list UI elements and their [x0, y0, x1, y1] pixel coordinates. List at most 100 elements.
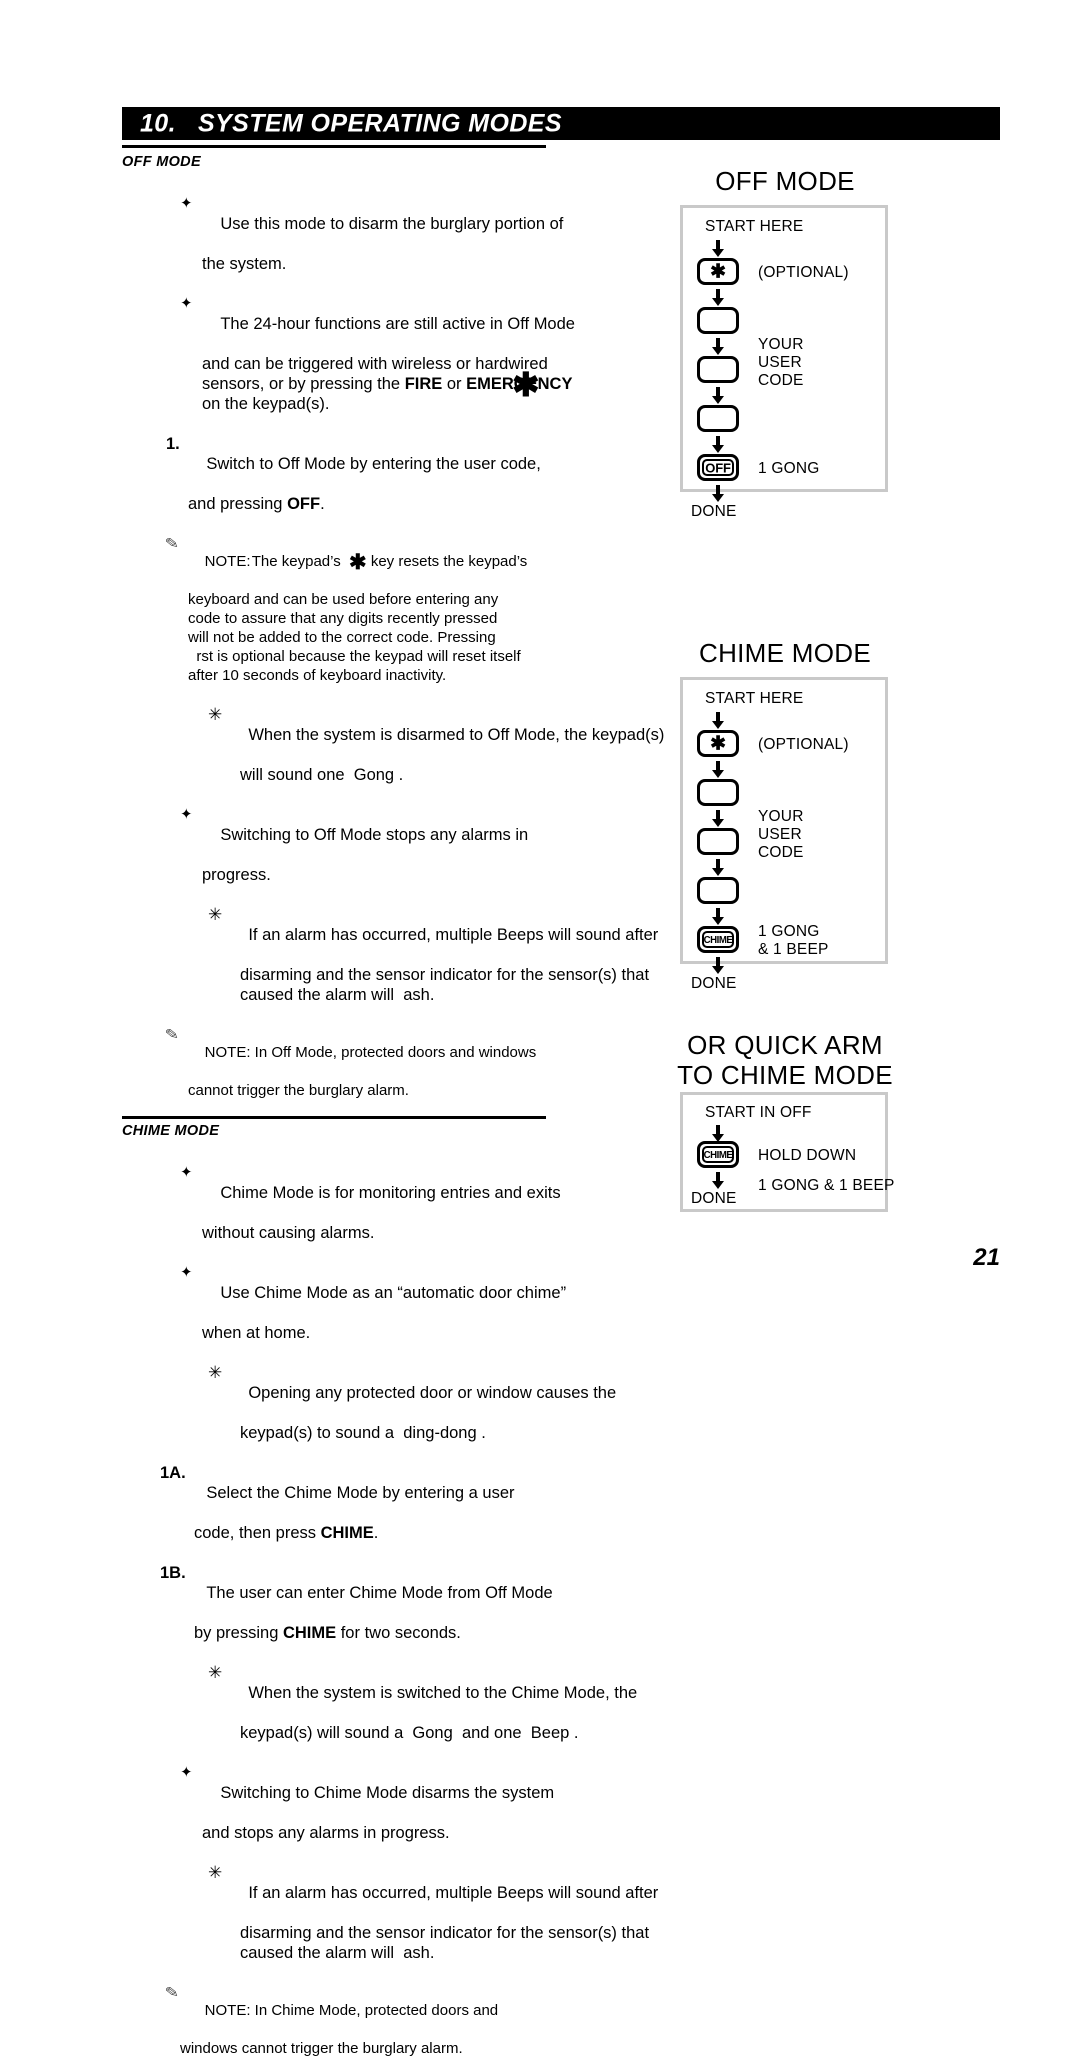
- down-arrow-icon: [711, 1125, 725, 1142]
- diamond-bullet-icon: ✦: [180, 806, 193, 823]
- diagram-title-quick-arm-line1: OR QUICK ARM: [687, 1030, 883, 1060]
- step-number: 1A.: [160, 1464, 186, 1482]
- down-arrow-icon: [711, 289, 725, 306]
- list-item: ✦ Chime Mode is for monitoring entries a…: [180, 1164, 561, 1202]
- star-bullet-icon: ✳: [208, 705, 223, 724]
- numbered-step: 1. Switch to Off Mode by entering the us…: [166, 435, 541, 473]
- keypad-key-digit[interactable]: [697, 356, 739, 383]
- keypad-key-digit[interactable]: [697, 307, 739, 334]
- page-title: 10. SYSTEM OPERATING MODES: [140, 109, 562, 137]
- note-continuation: code to assure that any digits recently …: [188, 610, 498, 627]
- diagram-result-label-line1: 1 GONG: [758, 923, 820, 940]
- diagram-result-label-line2: & 1 BEEP: [758, 941, 829, 958]
- numbered-step: 1B. The user can enter Chime Mode from O…: [160, 1564, 553, 1602]
- diagram-code-label-line3: CODE: [758, 844, 804, 861]
- section-heading-chime-mode: CHIME MODE: [122, 1123, 220, 1139]
- diagram-optional-label: (OPTIONAL): [758, 736, 849, 753]
- down-arrow-icon: [711, 436, 725, 453]
- off-mode-diagram: START HERE ✱ (OPTIONAL) YOUR USER CODE O…: [680, 205, 888, 520]
- down-arrow-icon: [711, 387, 725, 404]
- note-continuation: rst is optional because the keypad will …: [188, 648, 521, 665]
- list-item-continuation: without causing alarms.: [202, 1224, 375, 1242]
- chime-mode-diagram: START HERE ✱ (OPTIONAL) YOUR USER CODE C…: [680, 677, 888, 992]
- diagram-hold-label: HOLD DOWN: [758, 1147, 857, 1164]
- numbered-step-continuation: code, then press CHIME.: [194, 1524, 379, 1542]
- title-rule: [122, 145, 546, 148]
- note-continuation: windows cannot trigger the burglary alar…: [180, 2040, 463, 2057]
- diagram-end-label: DONE: [691, 975, 737, 992]
- list-item: ✦ Switching to Off Mode stops any alarms…: [180, 806, 529, 844]
- diagram-code-label-line3: CODE: [758, 372, 804, 389]
- down-arrow-icon: [711, 859, 725, 876]
- keypad-key-asterisk-label: ✱: [710, 261, 726, 282]
- keypad-key-asterisk-label: ✱: [710, 733, 726, 754]
- diagram-title-off-mode: OFF MODE: [715, 166, 855, 196]
- star-bullet-icon: ✳: [208, 1363, 223, 1382]
- page-number: 21: [973, 1244, 1000, 1271]
- diagram-start-label: START IN OFF: [705, 1104, 812, 1121]
- down-arrow-icon: [711, 908, 725, 925]
- down-arrow-icon: [711, 957, 725, 974]
- diamond-bullet-icon: ✦: [180, 295, 193, 312]
- list-item-continuation: on the keypad(s).: [202, 395, 330, 413]
- keypad-key-chime[interactable]: CHIME: [697, 926, 739, 953]
- body-column: OFF MODE ✦ Use this mode to disarm the b…: [122, 150, 682, 2058]
- numbered-step: 1A. Select the Chime Mode by entering a …: [160, 1464, 515, 1502]
- pencil-icon: ✎: [164, 1984, 180, 2000]
- down-arrow-icon: [711, 761, 725, 778]
- list-item-continuation: when at home.: [202, 1324, 311, 1342]
- list-item: ✦ Use this mode to disarm the burglary p…: [180, 195, 564, 233]
- keypad-key-digit[interactable]: [697, 828, 739, 855]
- section-rule: [122, 1116, 546, 1119]
- quick-arm-diagram: START IN OFF CHIME HOLD DOWN 1 GONG & 1 …: [680, 1092, 894, 1212]
- down-arrow-icon: [711, 338, 725, 355]
- star-bullet-icon: ✳: [208, 1863, 223, 1882]
- keypad-key-chime-label: CHIME: [703, 1148, 733, 1161]
- keypad-key-digit[interactable]: [697, 877, 739, 904]
- pencil-icon: ✎: [164, 535, 180, 551]
- down-arrow-icon: [711, 712, 725, 729]
- diagram-code-label-line2: USER: [758, 354, 802, 371]
- diagram-result-label: 1 GONG & 1 BEEP: [758, 1177, 895, 1194]
- sub-list-item: ✳ When the system is disarmed to Off Mod…: [208, 705, 665, 744]
- pencil-icon: ✎: [164, 1026, 180, 1042]
- note-block: ✎ NOTE: The keypad’s ✱ key resets the ke…: [164, 535, 528, 574]
- diamond-bullet-icon: ✦: [180, 1764, 193, 1781]
- note-block: ✎ NOTE: In Off Mode, protected doors and…: [164, 1026, 537, 1061]
- sub-list-item-continuation: keypad(s) to sound a ding-dong .: [240, 1424, 486, 1442]
- sub-list-item-continuation: keypad(s) will sound a Gong and one Beep…: [240, 1724, 579, 1742]
- sub-list-item: ✳ If an alarm has occurred, multiple Bee…: [208, 905, 659, 944]
- note-continuation: after 10 seconds of keyboard inactivity.: [188, 667, 447, 684]
- diagram-optional-label: (OPTIONAL): [758, 264, 849, 281]
- chapter-header-bar: 10. SYSTEM OPERATING MODES: [122, 107, 1000, 140]
- sub-list-item-continuation: caused the alarm will ash.: [240, 986, 435, 1004]
- step-number: 1.: [166, 435, 180, 453]
- list-item-continuation: sensors, or by pressing the FIRE or EMER…: [202, 375, 573, 393]
- down-arrow-icon: [711, 240, 725, 257]
- keypad-key-off[interactable]: OFF: [697, 454, 739, 481]
- keypad-key-chime[interactable]: CHIME: [697, 1141, 739, 1168]
- list-item-continuation: and can be triggered with wireless or ha…: [202, 355, 548, 373]
- diamond-bullet-icon: ✦: [180, 1164, 193, 1181]
- keypad-key-off-label: OFF: [705, 460, 731, 475]
- diamond-bullet-icon: ✦: [180, 1264, 193, 1281]
- list-item: ✦ The 24-hour functions are still active…: [180, 295, 575, 333]
- numbered-step-continuation: and pressing OFF.: [188, 495, 325, 513]
- down-arrow-icon: [711, 810, 725, 827]
- down-arrow-icon: [711, 1172, 725, 1189]
- numbered-step-continuation: by pressing CHIME for two seconds.: [194, 1624, 461, 1642]
- keypad-key-digit[interactable]: [697, 405, 739, 432]
- keypad-key-digit[interactable]: [697, 779, 739, 806]
- keypad-key-chime-label: CHIME: [703, 933, 733, 946]
- diagram-result-label: 1 GONG: [758, 460, 820, 477]
- sub-list-item: ✳ If an alarm has occurred, multiple Bee…: [208, 1863, 659, 1902]
- keypad-key-asterisk[interactable]: ✱: [697, 258, 739, 285]
- keypad-key-asterisk[interactable]: ✱: [697, 730, 739, 757]
- large-asterisk-icon: ✱: [512, 366, 540, 403]
- star-bullet-icon: ✳: [208, 1663, 223, 1682]
- list-item-continuation: progress.: [202, 866, 271, 884]
- sub-list-item-continuation: will sound one Gong .: [240, 766, 404, 784]
- sub-list-item: ✳ Opening any protected door or window c…: [208, 1363, 617, 1402]
- diagram-end-label: DONE: [691, 503, 737, 520]
